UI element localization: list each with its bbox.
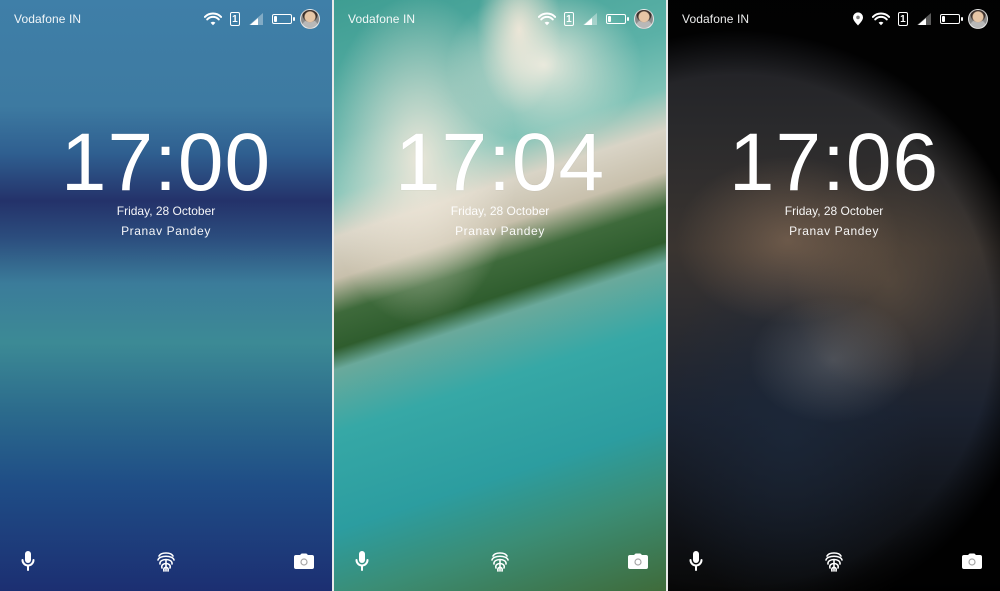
battery-icon: [272, 14, 295, 24]
wifi-icon: [204, 12, 222, 26]
lockscreen-clock: 17:06: [728, 117, 940, 208]
owner-name: Pranav Pandey: [789, 224, 879, 238]
fingerprint-icon: [487, 548, 513, 574]
lockscreen-comparison: Vodafone IN 1 17:00 Friday, 28 October P…: [0, 0, 1000, 591]
location-pin-icon: [852, 12, 864, 26]
microphone-icon: [353, 550, 371, 572]
battery-icon: [606, 14, 629, 24]
sim-slot-badge: 1: [898, 12, 908, 26]
lockscreen-shortcuts: [334, 539, 666, 579]
carrier-name: Vodafone IN: [348, 12, 416, 26]
camera-icon: [627, 552, 649, 570]
battery-level-fill: [608, 16, 611, 22]
lockscreen-earth: Vodafone IN 1 17:06 Friday, 28 October P…: [668, 0, 1000, 591]
status-bar: Vodafone IN 1: [682, 8, 988, 30]
lockscreen-clock: 17:04: [394, 117, 606, 208]
camera-icon: [293, 552, 315, 570]
lockscreen-coast: Vodafone IN 1 17:04 Friday, 28 October P…: [334, 0, 666, 591]
voice-assist-button[interactable]: [344, 543, 380, 579]
wifi-icon: [872, 12, 890, 26]
signal-icon: [582, 12, 598, 26]
lockscreen-clock: 17:00: [60, 117, 272, 208]
status-bar: Vodafone IN 1: [348, 8, 654, 30]
lockscreen-shortcuts: [668, 539, 1000, 579]
lockscreen-date: Friday, 28 October: [450, 204, 550, 218]
camera-button[interactable]: [620, 543, 656, 579]
fingerprint-unlock-button[interactable]: [482, 543, 518, 579]
fingerprint-icon: [821, 548, 847, 574]
camera-button[interactable]: [286, 543, 322, 579]
status-bar: Vodafone IN 1: [14, 8, 320, 30]
lockscreen-shortcuts: [0, 539, 332, 579]
camera-button[interactable]: [954, 543, 990, 579]
sim-slot-badge: 1: [564, 12, 574, 26]
voice-assist-button[interactable]: [678, 543, 714, 579]
lockscreen-date: Friday, 28 October: [116, 204, 216, 218]
microphone-icon: [19, 550, 37, 572]
avatar: [300, 9, 320, 29]
avatar: [968, 9, 988, 29]
battery-level-fill: [274, 16, 277, 22]
owner-name: Pranav Pandey: [455, 224, 545, 238]
fingerprint-icon: [153, 548, 179, 574]
sim-slot-badge: 1: [230, 12, 240, 26]
avatar: [634, 9, 654, 29]
camera-icon: [961, 552, 983, 570]
battery-level-fill: [942, 16, 945, 22]
battery-icon: [940, 14, 963, 24]
wifi-icon: [538, 12, 556, 26]
lockscreen-date: Friday, 28 October: [784, 204, 884, 218]
carrier-name: Vodafone IN: [14, 12, 82, 26]
microphone-icon: [687, 550, 705, 572]
signal-icon: [248, 12, 264, 26]
owner-name: Pranav Pandey: [121, 224, 211, 238]
fingerprint-unlock-button[interactable]: [148, 543, 184, 579]
fingerprint-unlock-button[interactable]: [816, 543, 852, 579]
lockscreen-blue: Vodafone IN 1 17:00 Friday, 28 October P…: [0, 0, 332, 591]
signal-icon: [916, 12, 932, 26]
carrier-name: Vodafone IN: [682, 12, 750, 26]
voice-assist-button[interactable]: [10, 543, 46, 579]
